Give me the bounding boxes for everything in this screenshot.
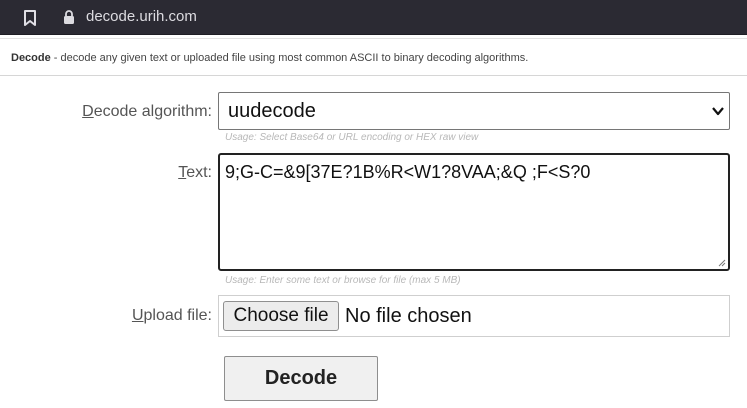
intro-description: - decode any given text or uploaded file… xyxy=(50,52,529,64)
file-upload-field: Choose file No file chosen xyxy=(218,295,730,337)
decode-button[interactable]: Decode xyxy=(224,356,378,401)
text-hint: Usage: Enter some text or browse for fil… xyxy=(225,275,461,286)
text-input-value: 9;G-C=&9[37E?1B%R<W1?8VAA;&Q ;F<S?0 xyxy=(225,162,591,182)
algorithm-select[interactable]: uudecode xyxy=(218,92,730,130)
choose-file-button[interactable]: Choose file xyxy=(223,301,339,331)
upload-label-accesskey: U xyxy=(131,307,144,324)
text-label-accesskey: T xyxy=(178,164,187,181)
divider xyxy=(0,38,747,39)
lock-icon[interactable] xyxy=(63,10,75,24)
text-label-text: ext: xyxy=(186,164,212,181)
algorithm-hint: Usage: Select Base64 or URL encoding or … xyxy=(225,132,479,143)
text-label: Text: xyxy=(178,164,212,182)
page-content: Decode - decode any given text or upload… xyxy=(0,35,747,408)
browser-address-bar: decode.urih.com xyxy=(0,0,747,35)
upload-label-text: pload file: xyxy=(143,307,213,324)
bookmark-icon[interactable] xyxy=(20,9,40,27)
url-text[interactable]: decode.urih.com xyxy=(86,8,197,26)
algorithm-select-value: uudecode xyxy=(228,100,316,122)
intro-text: Decode - decode any given text or upload… xyxy=(11,52,528,64)
file-status-text: No file chosen xyxy=(345,305,472,327)
upload-label: Upload file: xyxy=(132,307,212,325)
algorithm-label-accesskey: D xyxy=(82,103,94,120)
chevron-down-icon xyxy=(712,107,724,116)
algorithm-label: Decode algorithm: xyxy=(82,103,212,121)
text-input[interactable]: 9;G-C=&9[37E?1B%R<W1?8VAA;&Q ;F<S?0 xyxy=(218,153,730,271)
intro-title: Decode xyxy=(11,52,51,64)
algorithm-label-text: ecode algorithm: xyxy=(93,103,212,120)
resize-grip-icon[interactable] xyxy=(718,259,726,267)
divider xyxy=(0,75,747,76)
